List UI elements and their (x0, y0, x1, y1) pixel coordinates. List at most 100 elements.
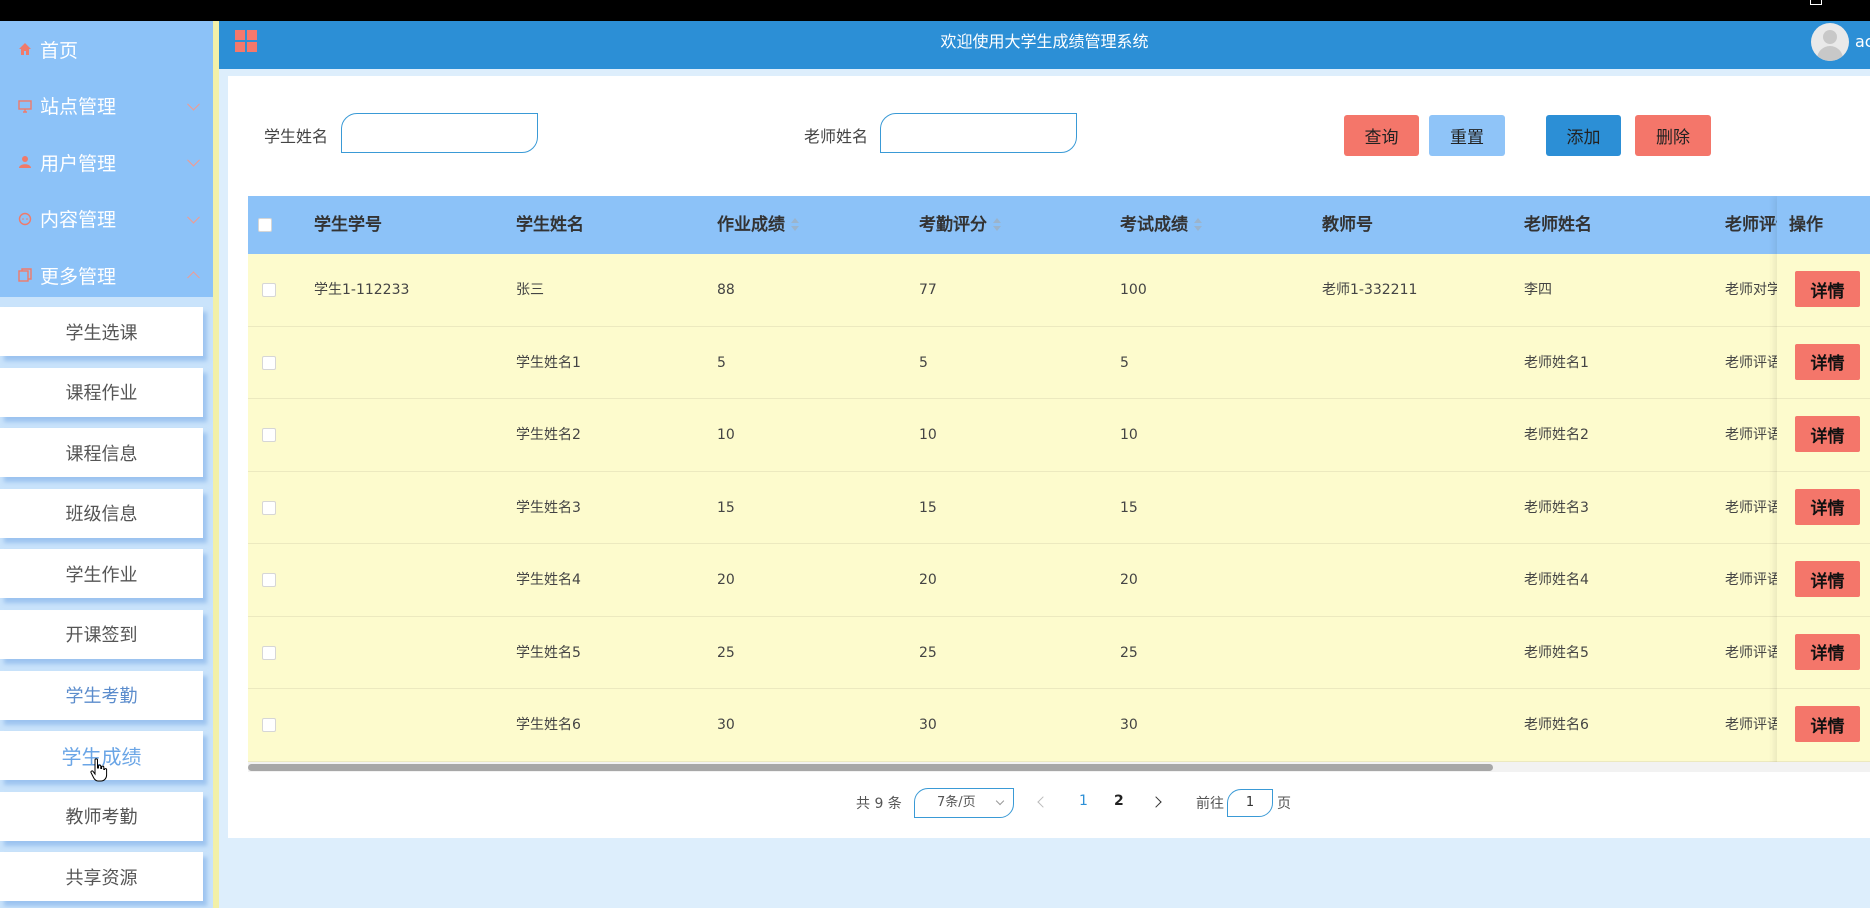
sidebar-edge (213, 21, 219, 908)
query-button[interactable]: 查询 (1344, 115, 1419, 156)
user-icon (16, 153, 34, 171)
chevron-up-icon (187, 271, 200, 285)
submenu: 学生选课 课程作业 课程信息 班级信息 学生作业 开课签到 学生考勤 学生成绩 … (0, 297, 218, 902)
add-button[interactable]: 添加 (1546, 115, 1621, 156)
home-icon (16, 40, 34, 58)
horizontal-scrollbar[interactable] (248, 762, 1870, 772)
os-top-bar (0, 0, 1870, 21)
detail-button[interactable]: 详情 (1795, 343, 1860, 380)
detail-button[interactable]: 详情 (1795, 561, 1860, 597)
student-name-label: 学生姓名 (264, 127, 329, 146)
col-student-no: 学生学号 (314, 215, 382, 235)
col-attendance[interactable]: 考勤评分 (919, 196, 1001, 254)
teacher-name-input[interactable] (880, 113, 1077, 153)
window-corner-icon (1810, 0, 1822, 5)
submenu-item-teacher-attendance[interactable]: 教师考勤 (0, 791, 203, 841)
cell-comment: 老师评语 (1725, 499, 1777, 516)
row-checkbox[interactable] (262, 283, 276, 297)
row-checkbox[interactable] (262, 355, 276, 370)
delete-button[interactable]: 删除 (1635, 115, 1711, 156)
submenu-item-course-selection[interactable]: 学生选课 (0, 307, 203, 356)
table-row: 学生姓名1 5 5 5 老师姓名1 老师评语 (248, 326, 1870, 399)
cell-student-name: 学生姓名4 (516, 572, 581, 588)
username[interactable]: ac (1855, 21, 1870, 63)
submenu-item-shared-resources[interactable]: 共享资源 (0, 852, 203, 902)
page-number-2[interactable]: 2 (1114, 793, 1124, 809)
page-size-select[interactable]: 7条/页 (914, 788, 1014, 818)
table-row: 学生姓名2 10 10 10 老师姓名2 老师评语 (248, 399, 1870, 472)
student-name-input[interactable] (341, 113, 538, 153)
action-cell: 详情 (1777, 399, 1870, 472)
cell-comment: 老师评语 (1725, 427, 1777, 443)
row-checkbox[interactable] (262, 645, 276, 660)
table-row: 学生姓名3 15 15 15 老师姓名3 老师评语 (248, 471, 1870, 544)
cell-homework: 20 (717, 572, 735, 588)
sort-icon[interactable] (791, 218, 799, 232)
goto-label: 前往 (1196, 796, 1224, 812)
row-checkbox[interactable] (262, 500, 276, 515)
scrollbar-thumb[interactable] (248, 764, 1493, 771)
select-all-checkbox[interactable] (258, 218, 272, 232)
action-cell: 详情 (1777, 471, 1870, 544)
sidebar-item-users[interactable]: 用户管理 (0, 134, 218, 191)
page-size-value: 7条/页 (937, 795, 976, 810)
detail-button[interactable]: 详情 (1795, 488, 1860, 525)
sort-icon[interactable] (1194, 218, 1202, 232)
sort-icon[interactable] (993, 218, 1001, 232)
reset-button[interactable]: 重置 (1429, 115, 1505, 156)
submenu-item-class-info[interactable]: 班级信息 (0, 488, 203, 538)
submenu-item-course-info[interactable]: 课程信息 (0, 428, 203, 478)
submenu-item-student-homework[interactable]: 学生作业 (0, 549, 203, 599)
col-teacher-no: 教师号 (1322, 215, 1373, 235)
submenu-item-course-homework[interactable]: 课程作业 (0, 367, 203, 417)
table-row: 学生姓名4 20 20 20 老师姓名4 老师评语 (248, 544, 1870, 617)
cell-exam: 20 (1120, 572, 1138, 588)
goto-page-input[interactable]: 1 (1227, 789, 1273, 817)
grades-table: 学生学号 学生姓名 作业成绩 考勤评分 考试成绩 教师号 老师姓名 老师评语 学… (248, 196, 1870, 772)
cell-student-name: 学生姓名1 (516, 354, 581, 371)
table-row: 学生1-112233 张三 88 77 100 老师1-332211 李四 老师… (248, 254, 1870, 327)
row-checkbox[interactable] (262, 573, 276, 587)
prev-page-icon[interactable] (1035, 790, 1051, 814)
sidebar-main-menu: 首页 站点管理 用户管理 内容管理 更多管理 (0, 21, 218, 297)
cell-teacher-name: 老师姓名1 (1524, 354, 1589, 371)
detail-button[interactable]: 详情 (1795, 633, 1860, 670)
actions-column: 操作 详情 详情 详情 详情 详情 详情 详情 (1777, 196, 1870, 772)
action-cell: 详情 (1777, 326, 1870, 399)
row-checkbox[interactable] (262, 718, 276, 732)
cell-teacher-name: 老师姓名3 (1524, 499, 1589, 516)
sidebar-item-home[interactable]: 首页 (0, 21, 218, 78)
cell-student-name: 学生姓名3 (516, 499, 581, 516)
page-title: 欢迎使用大学生成绩管理系统 (940, 32, 1149, 51)
cell-student-name: 学生姓名6 (516, 717, 581, 733)
cell-attendance: 77 (919, 282, 937, 298)
cell-teacher-name: 老师姓名6 (1524, 717, 1589, 733)
cell-comment: 老师对学 (1725, 282, 1777, 298)
copy-icon (16, 266, 34, 284)
cell-teacher-name: 老师姓名5 (1524, 644, 1589, 661)
sidebar-item-more[interactable]: 更多管理 (0, 247, 218, 304)
sidebar-item-label: 站点管理 (40, 96, 117, 119)
detail-button[interactable]: 详情 (1795, 416, 1860, 452)
cell-comment: 老师评语 (1725, 572, 1777, 588)
submenu-item-student-attendance[interactable]: 学生考勤 (0, 670, 203, 720)
row-checkbox[interactable] (262, 428, 276, 442)
avatar[interactable] (1811, 23, 1849, 61)
cell-homework: 25 (717, 644, 735, 661)
page-number-1[interactable]: 1 (1079, 793, 1088, 809)
col-exam[interactable]: 考试成绩 (1120, 196, 1202, 254)
detail-button[interactable]: 详情 (1795, 706, 1860, 742)
submenu-item-class-checkin[interactable]: 开课签到 (0, 609, 203, 659)
cell-homework: 30 (717, 717, 735, 733)
sidebar-item-content[interactable]: 内容管理 (0, 191, 218, 248)
next-page-icon[interactable] (1151, 790, 1167, 814)
cell-comment: 老师评语 (1725, 354, 1777, 371)
cell-teacher-no: 老师1-332211 (1322, 282, 1418, 298)
col-exam-label: 考试成绩 (1120, 215, 1188, 235)
message-icon (16, 210, 34, 228)
chevron-down-icon (187, 210, 200, 224)
col-homework[interactable]: 作业成绩 (717, 196, 799, 254)
detail-button[interactable]: 详情 (1795, 271, 1860, 307)
sidebar-item-site[interactable]: 站点管理 (0, 78, 218, 135)
table-header: 学生学号 学生姓名 作业成绩 考勤评分 考试成绩 教师号 老师姓名 老师评语 (248, 196, 1870, 254)
